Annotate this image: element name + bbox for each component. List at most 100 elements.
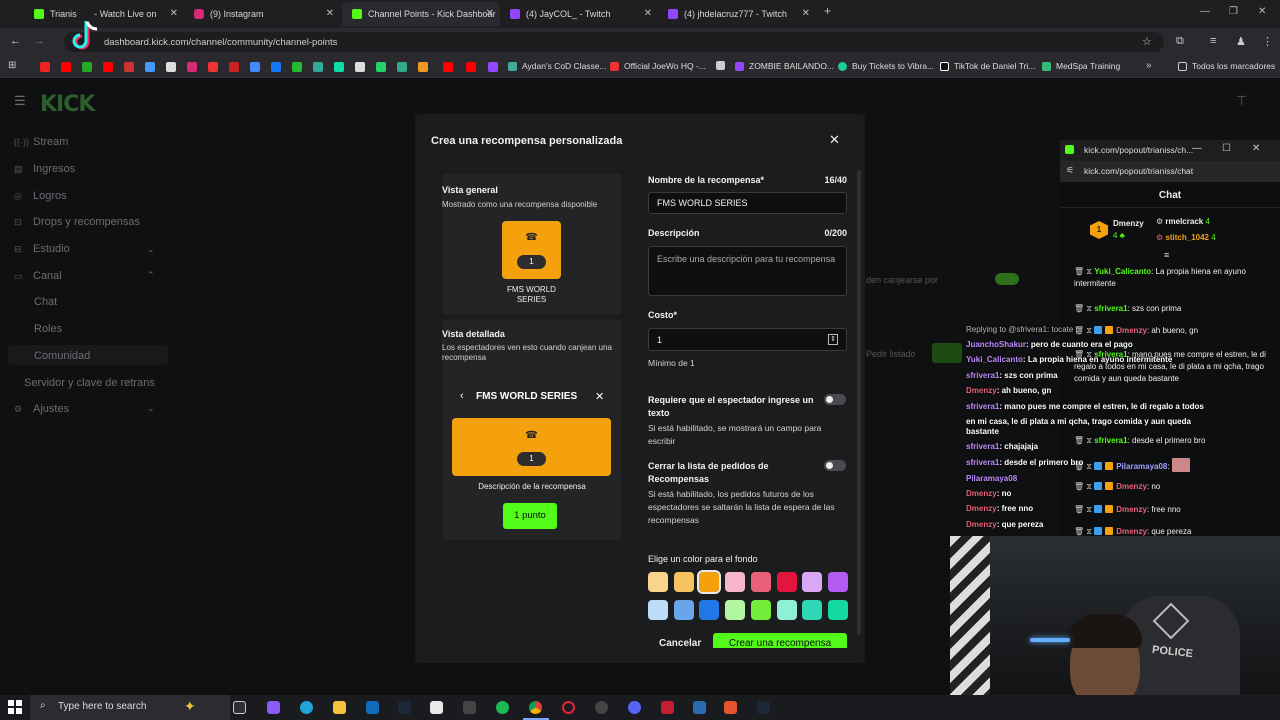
bookmark-tickets[interactable]: Buy Tickets to Vibra...: [838, 61, 934, 71]
bookmark-joewo[interactable]: Official JoeWo HQ -...: [610, 61, 706, 71]
steam-icon[interactable]: [757, 701, 770, 714]
app-icon[interactable]: [661, 701, 674, 714]
bookmark-tiktok[interactable]: TikTok de Daniel Tri...: [940, 61, 1035, 71]
chrome-icon[interactable]: [529, 701, 542, 714]
color-swatch[interactable]: [648, 600, 668, 620]
close-icon[interactable]: ✕: [644, 8, 652, 19]
bookmark-icon[interactable]: [82, 62, 92, 72]
pin-list-icon[interactable]: ≡: [1164, 250, 1169, 260]
profile-icon[interactable]: ♟: [1236, 35, 1246, 48]
color-swatch[interactable]: [802, 600, 823, 620]
whatsapp-icon[interactable]: [376, 62, 386, 72]
extensions-icon[interactable]: ⧉: [1176, 35, 1184, 48]
sidebar-item-comunidad[interactable]: Comunidad: [34, 350, 90, 362]
tab-trianis[interactable]: Trianis - Watch Live on ✕: [24, 2, 184, 26]
opera-icon[interactable]: [562, 701, 575, 714]
sidebar-item-servidor[interactable]: Servidor y clave de retrans: [24, 377, 155, 389]
minimize-icon[interactable]: —: [1200, 6, 1210, 17]
close-icon[interactable]: ✕: [802, 8, 810, 19]
bookmark-icon[interactable]: [418, 62, 428, 72]
sidebar-item-drops[interactable]: ⊡ Drops y recompensas: [14, 216, 140, 228]
bookmark-icon[interactable]: [145, 62, 155, 72]
bookmark-all[interactable]: Todos los marcadores: [1178, 61, 1275, 71]
file-explorer-icon[interactable]: [333, 701, 346, 714]
color-swatch[interactable]: [827, 600, 848, 620]
edge-icon[interactable]: [300, 701, 313, 714]
require-input-toggle[interactable]: [824, 394, 846, 405]
color-swatch[interactable]: [697, 570, 722, 594]
maximize-icon[interactable]: ☐: [1222, 143, 1231, 154]
sidebar-item-roles[interactable]: Roles: [34, 323, 62, 335]
close-icon[interactable]: ✕: [486, 8, 494, 19]
minimize-icon[interactable]: —: [1192, 143, 1202, 154]
outlook-icon[interactable]: [366, 701, 379, 714]
stepper-icon[interactable]: ⇕: [828, 334, 838, 345]
color-swatch[interactable]: [673, 572, 694, 592]
color-swatch[interactable]: [802, 572, 823, 592]
skip-queue-toggle[interactable]: [824, 460, 846, 471]
color-swatch[interactable]: [776, 600, 797, 620]
color-swatch[interactable]: [827, 572, 848, 592]
create-reward-button[interactable]: Crear una recompensa: [713, 633, 847, 648]
description-textarea[interactable]: Escribe una descripción para tu recompen…: [648, 246, 847, 296]
sidebar-item-stream[interactable]: ((·)) Stream: [14, 136, 68, 148]
discord-icon[interactable]: [628, 701, 641, 714]
color-swatch[interactable]: [673, 600, 694, 620]
facebook-icon[interactable]: [271, 62, 281, 72]
youtube-icon[interactable]: [61, 62, 71, 72]
youtube-icon[interactable]: [443, 62, 453, 72]
hamburger-icon[interactable]: ☰: [14, 93, 26, 109]
shield-icon[interactable]: [693, 701, 706, 714]
menu-icon[interactable]: ⋮: [1262, 35, 1273, 48]
instagram-icon[interactable]: [187, 62, 197, 72]
copilot-icon[interactable]: [267, 701, 280, 714]
media-icon[interactable]: ≡: [1210, 35, 1216, 47]
sidebar-item-logros[interactable]: ◎ Logros: [14, 190, 67, 202]
tab-channel-points[interactable]: Channel Points - Kick Dashboar ✕: [342, 2, 500, 26]
tune-icon[interactable]: ⚟: [1066, 165, 1074, 176]
steam-icon[interactable]: [398, 701, 411, 714]
sidebar-item-canal[interactable]: ▭ Canal: [14, 270, 62, 282]
bookmark-icon[interactable]: [250, 62, 260, 72]
bookmark-icon[interactable]: [334, 62, 344, 72]
sidebar-item-chat[interactable]: Chat: [34, 296, 57, 308]
redeem-button[interactable]: 1 punto: [503, 503, 557, 529]
bookmark-zombie[interactable]: ZOMBIE BAILANDO...: [735, 61, 834, 71]
tab-instagram[interactable]: (9) Instagram ✕: [184, 2, 340, 26]
chevron-left-icon[interactable]: ‹: [460, 390, 464, 402]
color-swatch[interactable]: [648, 572, 668, 592]
windows-start-icon[interactable]: [8, 700, 22, 714]
taskbar-search[interactable]: ⌕ Type here to search: [30, 695, 230, 720]
store-icon[interactable]: [430, 701, 443, 714]
spotify-icon[interactable]: [496, 701, 509, 714]
cancel-button[interactable]: Cancelar: [659, 638, 701, 649]
bookmark-icon[interactable]: [292, 62, 302, 72]
close-window-icon[interactable]: ✕: [1252, 143, 1260, 154]
cost-input[interactable]: 1 ⇕: [648, 328, 847, 351]
color-swatch[interactable]: [725, 572, 746, 592]
modal-scrollbar[interactable]: [857, 170, 861, 635]
reward-name-input[interactable]: FMS WORLD SERIES: [648, 192, 847, 214]
new-tab-icon[interactable]: +: [824, 4, 831, 18]
bookmark-icon[interactable]: [208, 62, 218, 72]
bookmark-aydan[interactable]: Aydan's CoD Classe...: [508, 61, 607, 71]
close-icon[interactable]: ✕: [829, 132, 840, 148]
color-swatch[interactable]: [776, 572, 797, 592]
chevron-up-icon[interactable]: ⌃: [147, 270, 155, 281]
color-swatch[interactable]: [750, 600, 771, 620]
url-field[interactable]: dashboard.kick.com/channel/community/cha…: [64, 32, 1164, 52]
tab-jaycol-twitch[interactable]: (4) JayCOL_ - Twitch ✕: [500, 2, 658, 26]
tab-jhdelacruz-twitch[interactable]: (4) jhdelacruz777 - Twitch ✕: [658, 2, 816, 26]
bookmark-icon[interactable]: [355, 62, 365, 72]
app-icon[interactable]: [724, 701, 737, 714]
bookmark-icon[interactable]: [124, 62, 134, 72]
color-swatch[interactable]: [699, 600, 720, 620]
close-icon[interactable]: ✕: [170, 8, 178, 19]
pinterest-icon[interactable]: [229, 62, 239, 72]
sidebar-item-estudio[interactable]: ⊟ Estudio: [14, 243, 70, 255]
obs-icon[interactable]: [595, 701, 608, 714]
bookmark-pin[interactable]: [716, 61, 730, 70]
color-swatch[interactable]: [750, 572, 771, 592]
youtube-icon[interactable]: [466, 62, 476, 72]
sidebar-item-ingresos[interactable]: ▤ Ingresos: [14, 163, 75, 175]
